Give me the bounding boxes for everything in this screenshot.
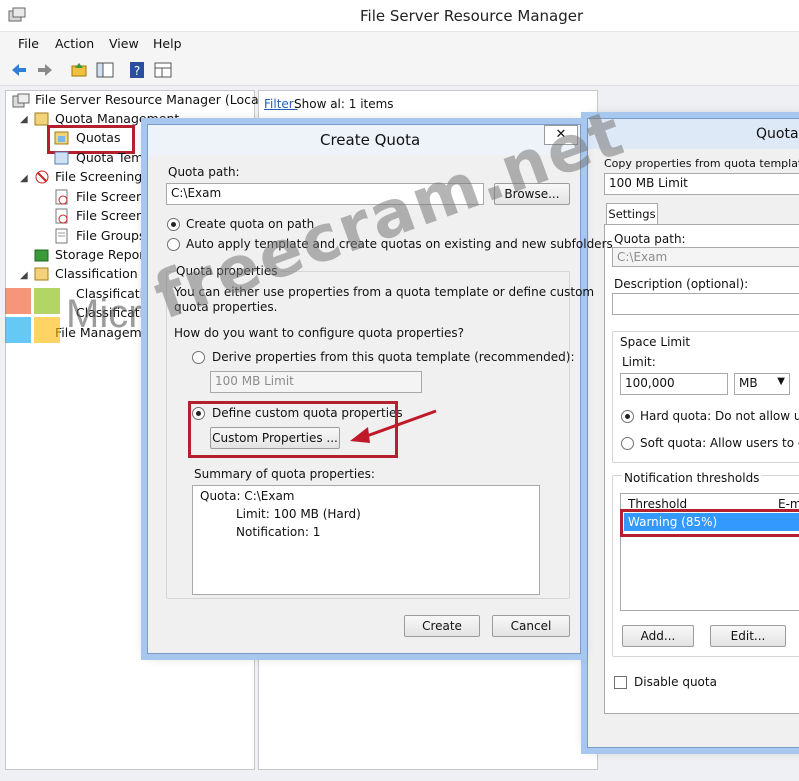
template-select: 100 MB Limit [210,371,422,393]
tree-file-screens[interactable]: File Screens [76,188,150,206]
soft-quota-radio[interactable] [621,437,634,450]
add-threshold-button[interactable]: Add... [622,625,694,647]
tab-settings[interactable]: Settings [606,203,658,225]
tree-root[interactable]: File Server Resource Manager (Local) [35,91,267,109]
app-icon [8,7,26,22]
expand-classification-icon[interactable]: ◢ [20,270,28,281]
description-label: Description (optional): [614,277,749,291]
svg-text:?: ? [134,64,140,78]
auto-apply-template-radio[interactable] [167,238,180,251]
summary-limit: Limit: 100 MB (Hard) [236,507,361,521]
quota-templates-icon [54,151,69,165]
warning-row-highlight [620,509,799,537]
soft-quota-label: Soft quota: Allow users to exce [640,436,799,450]
chevron-down-icon: ▼ [777,376,785,387]
expand-quota-icon[interactable]: ◢ [20,114,28,125]
tree-file-screen-templates[interactable]: File Screen T [76,207,155,225]
summary-notification: Notification: 1 [236,525,321,539]
help-icon[interactable]: ? [128,61,146,79]
properties-view-icon[interactable] [154,61,172,79]
title-bar: File Server Resource Manager [0,0,799,32]
menu-view[interactable]: View [109,36,139,51]
storage-reports-icon [34,249,49,262]
file-screens-icon [55,189,68,205]
window-title: File Server Resource Manager [360,7,584,25]
filter-status: Show al: 1 items [294,97,394,111]
tree-classification[interactable]: Classification V [55,265,150,283]
quota-path-readonly: C:\Exam [612,247,799,267]
menu-help[interactable]: Help [153,36,182,51]
quota-path-label: Quota path: [168,165,240,179]
edit-threshold-button[interactable]: Edit... [710,625,786,647]
limit-label: Limit: [622,355,656,369]
toolbar: ? [0,54,799,86]
classification-icon [34,267,49,281]
file-groups-icon [55,228,68,244]
microsoft-logo-watermark [5,288,60,343]
red-arrow-annotation [350,409,437,443]
expand-screening-icon[interactable]: ◢ [20,173,28,184]
create-button[interactable]: Create [404,615,480,637]
file-screen-templates-icon [55,208,68,224]
quota-properties-dialog: Quota Copy properties from quota templat… [587,118,799,748]
tree-file-screening[interactable]: File Screening M [55,168,157,186]
create-quota-title: Create Quota [320,131,421,149]
space-limit-label: Space Limit [620,335,691,349]
notification-thresholds-label: Notification thresholds [622,471,762,485]
back-arrow-icon[interactable] [10,61,28,79]
show-hide-tree-icon[interactable] [96,61,114,79]
limit-unit-value: MB [739,376,758,390]
derive-from-template-label: Derive properties from this quota templa… [212,350,575,364]
menu-bar: File Action View Help [0,32,799,54]
filter-link[interactable]: Filter: [264,97,298,111]
disable-quota-label: Disable quota [634,675,717,689]
quota-properties-title: Quota [756,126,799,142]
forward-arrow-icon[interactable] [36,61,54,79]
limit-value-field[interactable]: 100,000 [620,373,728,395]
tree-storage-reports[interactable]: Storage Reports [55,246,156,264]
up-folder-icon[interactable] [70,61,88,79]
how-configure-label: How do you want to configure quota prope… [174,326,465,340]
tree-file-groups[interactable]: File Groups [76,227,145,245]
fsrm-root-icon [12,93,30,108]
description-field[interactable] [612,293,799,315]
hard-quota-radio[interactable] [621,410,634,423]
menu-action[interactable]: Action [55,36,94,51]
tree-quota-templates[interactable]: Quota Temp [76,149,151,167]
template-select-value: 100 MB Limit [215,374,294,388]
summary-label: Summary of quota properties: [194,467,375,481]
copy-template-select[interactable]: 100 MB Limit [604,173,799,195]
menu-file[interactable]: File [18,36,39,51]
file-screening-icon [35,170,49,184]
limit-unit-select[interactable]: MB ▼ [734,373,790,395]
hard-quota-label: Hard quota: Do not allow users [640,409,799,423]
create-quota-on-path-radio[interactable] [167,218,180,231]
summary-root: Quota: C:\Exam [200,489,295,503]
cancel-button[interactable]: Cancel [492,615,570,637]
quota-path-label: Quota path: [614,232,686,246]
disable-quota-checkbox[interactable] [614,676,627,689]
derive-from-template-radio[interactable] [192,351,205,364]
